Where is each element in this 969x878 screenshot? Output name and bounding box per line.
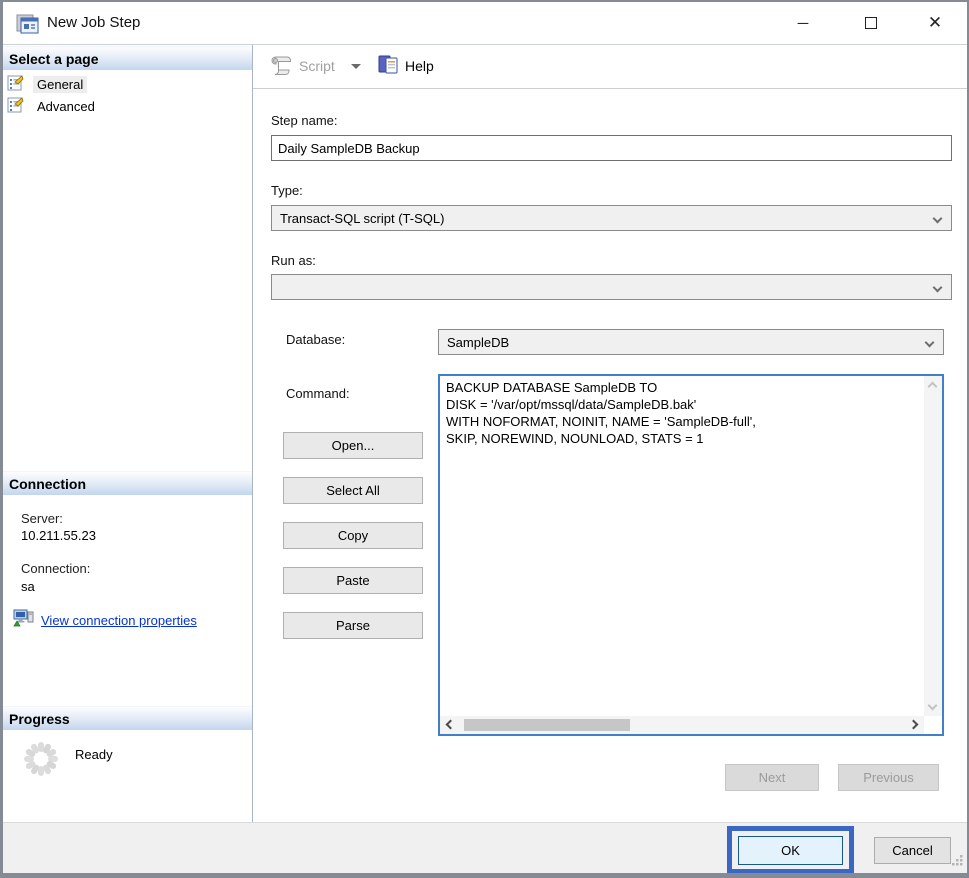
content-panel: Script Help Step name: Type: Transact-SQ… bbox=[253, 45, 968, 822]
select-all-button[interactable]: Select All bbox=[283, 477, 423, 504]
dialog-icon bbox=[15, 11, 41, 42]
script-icon bbox=[269, 53, 295, 84]
link-label: View connection properties bbox=[41, 613, 197, 628]
sidebar-item-general[interactable]: General bbox=[7, 73, 245, 95]
window-title: New Job Step bbox=[47, 14, 140, 31]
connection-value: sa bbox=[21, 579, 35, 594]
horizontal-scrollbar[interactable] bbox=[440, 716, 924, 734]
help-icon bbox=[377, 52, 401, 83]
scroll-left-icon[interactable] bbox=[446, 720, 456, 730]
run-as-label: Run as: bbox=[271, 253, 316, 268]
toolbar: Script Help bbox=[253, 45, 968, 89]
sidebar-item-label: General bbox=[33, 76, 87, 93]
ok-button[interactable]: OK bbox=[738, 836, 843, 865]
previous-button[interactable]: Previous bbox=[838, 764, 939, 791]
step-name-label: Step name: bbox=[271, 113, 338, 128]
script-button-label[interactable]: Script bbox=[299, 58, 335, 74]
server-value: 10.211.55.23 bbox=[21, 528, 96, 543]
type-dropdown-value: Transact-SQL script (T-SQL) bbox=[280, 211, 444, 226]
title-bar: New Job Step ─ ✕ bbox=[3, 2, 967, 45]
page-icon bbox=[7, 74, 24, 94]
progress-status: Ready bbox=[75, 747, 113, 762]
server-label: Server: bbox=[21, 511, 63, 526]
step-name-input[interactable] bbox=[271, 135, 952, 161]
next-button[interactable]: Next bbox=[725, 764, 819, 791]
database-dropdown[interactable]: SampleDB bbox=[438, 329, 944, 355]
maximize-icon bbox=[865, 17, 877, 29]
vertical-scrollbar[interactable] bbox=[924, 376, 942, 716]
chevron-down-icon bbox=[933, 214, 943, 224]
connection-header: Connection bbox=[3, 471, 252, 495]
connection-properties-icon bbox=[13, 608, 34, 632]
ok-button-highlight: OK bbox=[727, 826, 854, 874]
script-dropdown-caret-icon[interactable] bbox=[351, 64, 361, 69]
close-button[interactable]: ✕ bbox=[915, 8, 955, 38]
open-button[interactable]: Open... bbox=[283, 432, 423, 459]
command-textarea[interactable]: BACKUP DATABASE SampleDB TO DISK = '/var… bbox=[438, 374, 944, 736]
sidebar-item-advanced[interactable]: Advanced bbox=[7, 95, 245, 117]
parse-button[interactable]: Parse bbox=[283, 612, 423, 639]
resize-grip-icon[interactable] bbox=[950, 853, 964, 872]
copy-button[interactable]: Copy bbox=[283, 522, 423, 549]
scrollbar-thumb[interactable] bbox=[464, 719, 630, 731]
select-a-page-header: Select a page bbox=[3, 46, 252, 70]
minimize-button[interactable]: ─ bbox=[783, 8, 823, 38]
footer-bar: OK Cancel bbox=[3, 822, 967, 875]
database-dropdown-value: SampleDB bbox=[447, 335, 509, 350]
scroll-right-icon[interactable] bbox=[909, 720, 919, 730]
type-dropdown[interactable]: Transact-SQL script (T-SQL) bbox=[271, 205, 952, 231]
sidebar: Select a page General bbox=[3, 45, 253, 822]
page-icon bbox=[7, 96, 24, 116]
chevron-down-icon bbox=[925, 338, 935, 348]
scroll-up-icon[interactable] bbox=[928, 382, 938, 392]
maximize-button[interactable] bbox=[851, 8, 891, 38]
chevron-down-icon bbox=[933, 283, 943, 293]
new-job-step-dialog: New Job Step ─ ✕ Select a page General bbox=[0, 0, 969, 878]
scroll-down-icon[interactable] bbox=[928, 701, 938, 711]
view-connection-properties-link[interactable]: View connection properties bbox=[13, 608, 197, 632]
command-label: Command: bbox=[286, 386, 350, 401]
paste-button[interactable]: Paste bbox=[283, 567, 423, 594]
connection-label: Connection: bbox=[21, 561, 90, 576]
command-text[interactable]: BACKUP DATABASE SampleDB TO DISK = '/var… bbox=[440, 376, 924, 716]
sidebar-item-label: Advanced bbox=[33, 98, 99, 115]
cancel-button[interactable]: Cancel bbox=[874, 837, 951, 864]
run-as-dropdown[interactable] bbox=[271, 274, 952, 300]
progress-spinner-icon bbox=[21, 739, 61, 784]
database-label: Database: bbox=[286, 332, 345, 347]
help-button-label[interactable]: Help bbox=[405, 58, 434, 74]
type-label: Type: bbox=[271, 183, 303, 198]
progress-header: Progress bbox=[3, 706, 252, 730]
